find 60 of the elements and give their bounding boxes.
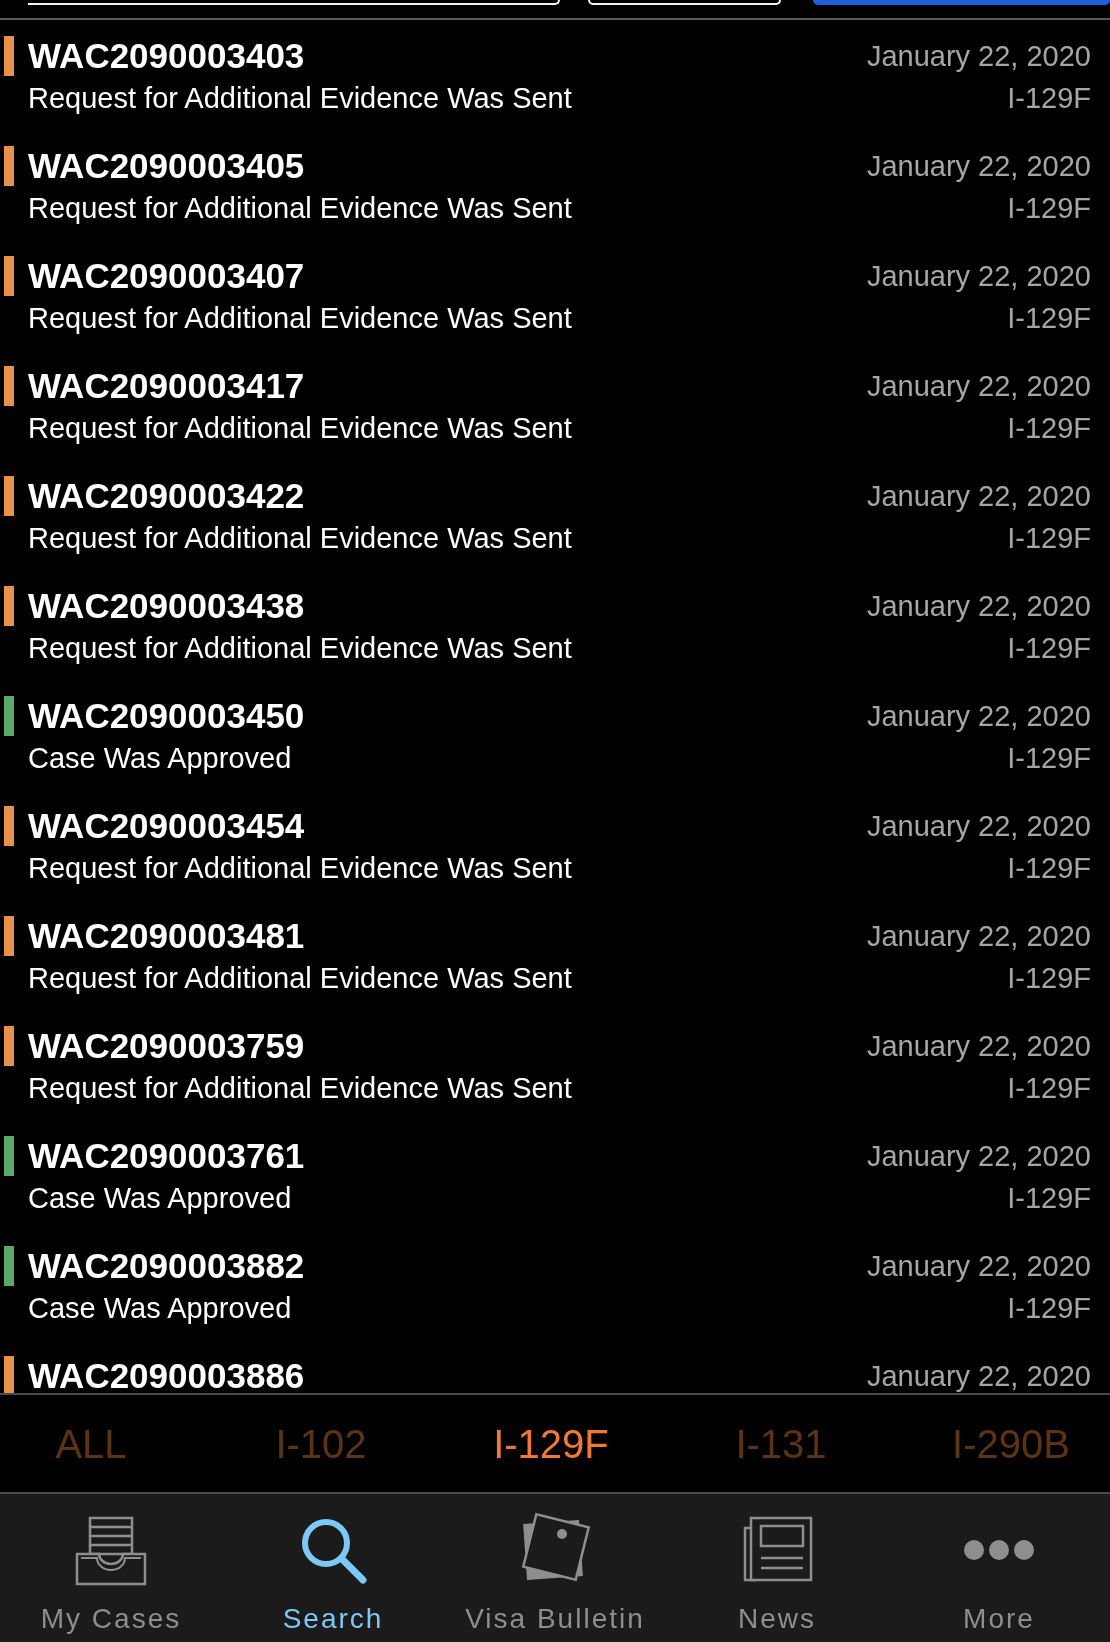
case-status: Request for Additional Evidence Was Sent — [27, 521, 573, 556]
form-type: I-129F — [1007, 1181, 1091, 1216]
form-type: I-129F — [1007, 631, 1091, 666]
case-date: January 22, 2020 — [866, 1139, 1091, 1174]
form-type: I-129F — [1007, 521, 1091, 556]
case-number: WAC2090003481 — [28, 915, 306, 957]
tab-bar-item[interactable]: Visa Bulletin — [444, 1494, 666, 1642]
case-date: January 22, 2020 — [866, 1249, 1091, 1284]
filter-tab[interactable]: I-129F — [436, 1413, 666, 1474]
case-number: WAC2090003422 — [28, 475, 306, 517]
case-status: Request for Additional Evidence Was Sent — [27, 851, 573, 886]
tab-bar-item[interactable]: My Cases — [0, 1494, 222, 1642]
case-date: January 22, 2020 — [866, 259, 1091, 294]
tab-bar-item[interactable]: Search — [222, 1494, 444, 1642]
case-number: WAC2090003759 — [28, 1025, 306, 1067]
tab-bar-item[interactable]: News — [666, 1494, 888, 1642]
case-number: WAC2090003450 — [28, 695, 306, 737]
case-date: January 22, 2020 — [866, 39, 1091, 74]
case-number: WAC2090003886 — [28, 1355, 306, 1393]
input-field[interactable] — [587, 0, 781, 5]
case-date: January 22, 2020 — [866, 589, 1091, 624]
case-date: January 22, 2020 — [866, 809, 1091, 844]
more-dots-icon — [963, 1539, 1035, 1561]
form-type: I-129F — [1007, 81, 1091, 116]
case-number: WAC2090003403 — [28, 35, 306, 77]
case-date: January 22, 2020 — [866, 1029, 1091, 1064]
case-number: WAC2090003407 — [28, 255, 306, 297]
case-status: Case Was Approved — [27, 741, 293, 776]
form-type: I-129F — [1007, 411, 1091, 446]
case-status: Request for Additional Evidence Was Sent — [27, 1071, 573, 1106]
case-number: WAC2090003438 — [28, 585, 306, 627]
tab-bar-item[interactable]: More — [888, 1494, 1110, 1642]
case-number: WAC2090003761 — [28, 1135, 306, 1177]
case-number: WAC2090003454 — [28, 805, 306, 847]
case-status: Request for Additional Evidence Was Sent — [27, 191, 573, 226]
form-type: I-129F — [1007, 961, 1091, 996]
case-date: January 22, 2020 — [866, 919, 1091, 954]
case-date: January 22, 2020 — [866, 479, 1091, 514]
form-type: I-129F — [1007, 851, 1091, 886]
input-field[interactable] — [28, 0, 560, 5]
case-status: Case Was Approved — [27, 1291, 293, 1326]
form-type: I-129F — [1007, 1291, 1091, 1326]
case-status: Request for Additional Evidence Was Sent — [27, 631, 573, 666]
case-number: WAC2090003417 — [28, 365, 306, 407]
form-type: I-129F — [1007, 741, 1091, 776]
case-status: Request for Additional Evidence Was Sent — [27, 301, 573, 336]
case-status: Request for Additional Evidence Was Sent — [27, 411, 573, 446]
case-date: January 22, 2020 — [866, 1359, 1091, 1393]
case-number: WAC2090003405 — [28, 145, 306, 187]
case-status: Request for Additional Evidence Was Sent — [27, 961, 573, 996]
case-date: January 22, 2020 — [866, 369, 1091, 404]
case-status: Case Was Approved — [27, 1181, 293, 1216]
inbox-tray-icon — [75, 1514, 147, 1586]
form-type: I-129F — [1007, 191, 1091, 226]
case-date: January 22, 2020 — [866, 699, 1091, 734]
form-type: I-129F — [1007, 1071, 1091, 1106]
case-number: WAC2090003882 — [28, 1245, 306, 1287]
case-date: January 22, 2020 — [866, 149, 1091, 184]
form-type: I-129F — [1007, 301, 1091, 336]
case-status: Request for Additional Evidence Was Sent — [27, 81, 573, 116]
